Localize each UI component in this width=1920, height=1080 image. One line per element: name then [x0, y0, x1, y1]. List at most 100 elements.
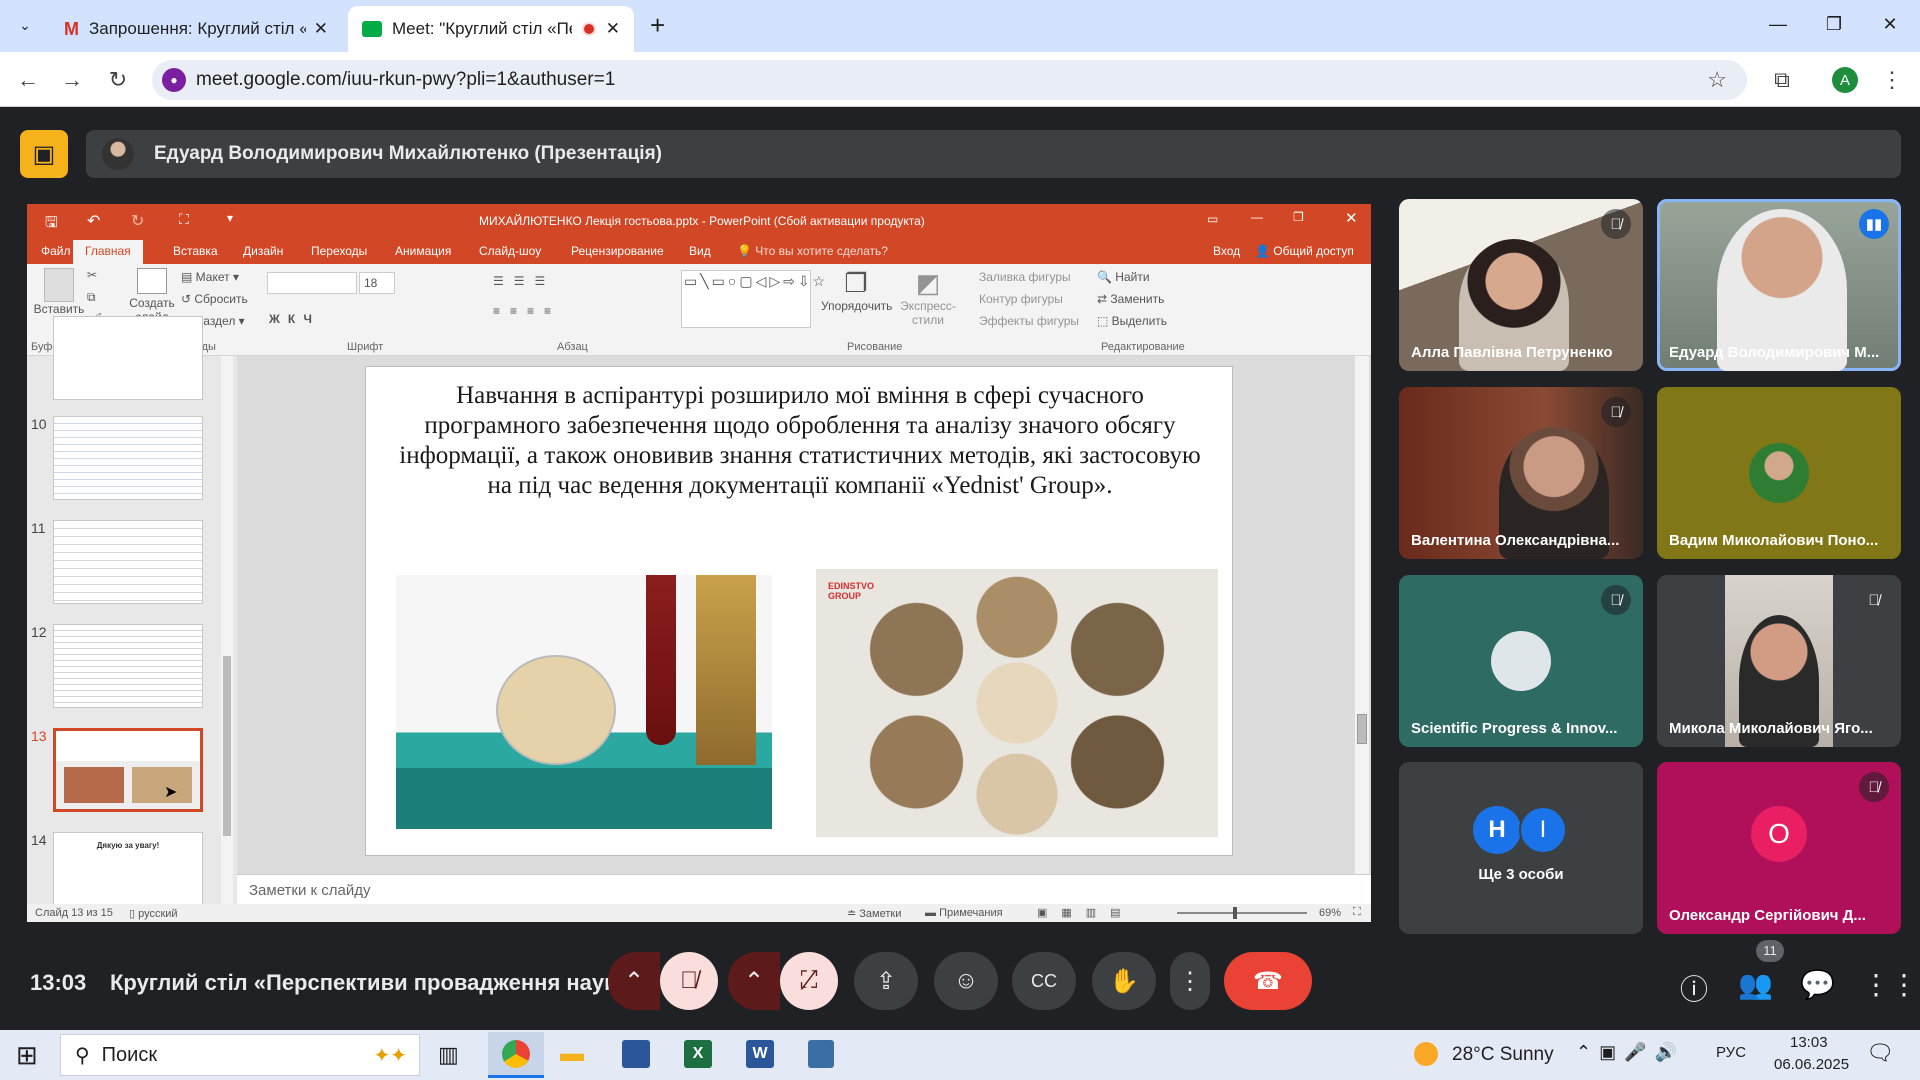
participant-tile[interactable]: O 🎙̸ Олександр Сергійович Д... — [1657, 762, 1901, 934]
zoom-slider[interactable] — [1177, 907, 1307, 919]
shape-effects-button[interactable]: Эффекты фигуры — [979, 314, 1079, 328]
clock-time[interactable]: 13:03 — [1790, 1034, 1828, 1051]
notes-toggle[interactable]: ≐ Заметки — [847, 907, 901, 920]
minimize-button[interactable]: — — [1750, 0, 1806, 48]
calculator-icon[interactable] — [808, 1040, 834, 1068]
excel-icon[interactable]: X — [684, 1040, 712, 1068]
slide-area-scrollbar[interactable] — [1355, 356, 1369, 874]
ppt-tab-view[interactable]: Вид — [689, 244, 711, 258]
audio-options-button[interactable]: ⌃ — [608, 952, 660, 1010]
tab-meet[interactable]: Meet: "Круглий стіл «Перс ✕ — [348, 6, 634, 52]
font-name-input[interactable] — [267, 272, 357, 294]
new-tab-button[interactable]: + — [650, 10, 665, 41]
profile-avatar[interactable]: A — [1832, 67, 1858, 93]
current-slide[interactable]: Навчання в аспірантурі розширило мої вмі… — [365, 366, 1233, 856]
font-format-icons[interactable]: ЖКЧ — [269, 312, 320, 326]
raise-hand-button[interactable]: ✋ — [1092, 952, 1156, 1010]
reset-button[interactable]: ↺ Сбросить — [181, 292, 248, 306]
file-explorer-icon[interactable]: ▬ — [560, 1040, 584, 1068]
back-icon[interactable]: ← — [12, 64, 44, 96]
replace-button[interactable]: ⇄ Заменить — [1097, 292, 1164, 306]
view-buttons[interactable]: ▣▦▥▤ — [1037, 906, 1135, 919]
meeting-info-icon[interactable]: ⓘ — [1680, 968, 1708, 1008]
ppt-tab-slideshow[interactable]: Слайд-шоу — [479, 244, 541, 258]
scrollbar-thumb[interactable] — [1357, 714, 1367, 744]
thumbnail-partial[interactable] — [53, 316, 203, 400]
task-view-icon[interactable]: ▥ — [438, 1042, 459, 1068]
activities-icon[interactable]: ⋮⋮ — [1862, 968, 1918, 1001]
find-button[interactable]: 🔍 Найти — [1097, 270, 1150, 284]
restore-button[interactable]: ❐ — [1806, 0, 1862, 48]
participant-tile[interactable]: Вадим Миколайович Поно... — [1657, 387, 1901, 559]
select-button[interactable]: ⬚ Выделить — [1097, 314, 1167, 328]
bookmark-star-icon[interactable]: ☆ — [1707, 67, 1727, 93]
tab-gmail[interactable]: M Запрошення: Круглий стіл «Пе ✕ — [50, 6, 342, 52]
captions-button[interactable]: CC — [1012, 952, 1076, 1010]
redo-icon[interactable]: ↻ — [131, 211, 144, 231]
camera-toggle-button[interactable]: ⛶̸ — [780, 952, 838, 1010]
app-icon-blue[interactable] — [622, 1040, 650, 1068]
ppt-tab-home[interactable]: Главная — [73, 240, 143, 264]
paste-button[interactable]: Вставить — [33, 268, 85, 316]
close-tab-icon[interactable]: ✕ — [606, 19, 620, 39]
present-screen-button[interactable]: ⇪ — [854, 952, 918, 1010]
participant-tile-more[interactable]: H I Ще 3 особи — [1399, 762, 1643, 934]
ppt-tab-transitions[interactable]: Переходы — [311, 244, 367, 258]
ppt-restore-icon[interactable]: ❐ — [1293, 210, 1304, 224]
undo-icon[interactable]: ↶ — [87, 211, 100, 231]
ppt-tab-insert[interactable]: Вставка — [173, 244, 218, 258]
thumbnail-slide-13-selected[interactable] — [53, 728, 203, 812]
reload-icon[interactable]: ↻ — [102, 64, 134, 96]
slide-body-text[interactable]: Навчання в аспірантурі розширило мої вмі… — [396, 381, 1204, 501]
paragraph-icons[interactable]: ☰☰☰ — [493, 274, 555, 288]
shape-outline-button[interactable]: Контур фигуры — [979, 292, 1063, 306]
mic-toggle-button[interactable]: 🎙̸ — [660, 952, 718, 1010]
ppt-sign-in[interactable]: Вход — [1213, 244, 1240, 258]
forward-icon[interactable]: → — [56, 64, 88, 96]
present-from-start-icon[interactable]: ⛶ — [179, 211, 189, 228]
font-size-input[interactable]: 18 — [359, 272, 395, 294]
tab-search-button[interactable]: ⌄ — [10, 10, 40, 40]
emoji-reaction-button[interactable]: ☺ — [934, 952, 998, 1010]
word-icon[interactable]: W — [746, 1040, 774, 1068]
cut-icon[interactable]: ✂ — [87, 268, 97, 282]
layout-button[interactable]: ▤ Макет ▾ — [181, 270, 239, 284]
save-icon[interactable]: 🖫 — [45, 212, 58, 237]
notes-pane[interactable]: Заметки к слайду — [237, 874, 1371, 904]
browser-menu-icon[interactable]: ⋮ — [1876, 64, 1908, 96]
ppt-share[interactable]: 👤 Общий доступ — [1255, 244, 1354, 258]
close-tab-icon[interactable]: ✕ — [314, 19, 328, 39]
quick-styles-button[interactable]: ◩ Экспресс-стили — [893, 268, 963, 327]
copy-icon[interactable]: ⧉ — [87, 290, 96, 305]
chat-icon[interactable]: 💬 — [1800, 968, 1835, 1001]
ribbon-display-icon[interactable]: ▭ — [1207, 212, 1218, 226]
qat-customize-icon[interactable]: ▾ — [227, 211, 233, 225]
comments-toggle[interactable]: ▬ Примечания — [925, 907, 1003, 919]
zoom-level[interactable]: 69% — [1319, 907, 1341, 919]
zoom-slider-thumb[interactable] — [1233, 907, 1237, 919]
chrome-taskbar-icon[interactable] — [488, 1032, 544, 1078]
people-icon[interactable]: 👥 — [1738, 968, 1773, 1001]
ppt-minimize-icon[interactable]: — — [1251, 210, 1263, 224]
extensions-icon[interactable]: ⧉ — [1766, 64, 1798, 96]
slide-image-lab-equipment[interactable] — [396, 575, 772, 829]
participant-tile[interactable]: 🎙̸ Scientific Progress & Innov... — [1399, 575, 1643, 747]
ppt-close-icon[interactable]: ✕ — [1345, 209, 1358, 227]
participant-tile[interactable]: 🎙̸ Микола Миколайович Яго... — [1657, 575, 1901, 747]
thumbnail-slide-12[interactable] — [53, 624, 203, 708]
align-icons[interactable]: ≡≡≡≡ — [493, 304, 561, 318]
site-info-icon[interactable]: ● — [162, 68, 186, 92]
thumbnails-scrollbar[interactable] — [221, 356, 233, 904]
ppt-tab-animation[interactable]: Анимация — [395, 244, 451, 258]
taskbar-search-box[interactable]: ⚲ Поиск ✦✦ — [60, 1034, 420, 1076]
thumbnail-slide-11[interactable] — [53, 520, 203, 604]
ppt-tab-file[interactable]: Файл — [41, 244, 71, 258]
shapes-gallery[interactable]: ▭╲▭○▢◁▷⇨⇩☆ — [681, 270, 825, 328]
notifications-icon[interactable]: 🗨 — [1866, 1040, 1894, 1066]
arrange-button[interactable]: ❐ Упорядочить — [821, 268, 892, 313]
address-bar[interactable]: ● meet.google.com/iuu-rkun-pwy?pli=1&aut… — [152, 60, 1747, 100]
close-window-button[interactable]: ✕ — [1862, 0, 1918, 48]
stop-presenting-icon[interactable]: ▣ — [20, 130, 68, 178]
slide-image-grain-dishes[interactable]: EDINSTVO GROUP — [816, 569, 1218, 837]
participant-tile-speaking[interactable]: ▮▮ Едуард Володимирович М... — [1657, 199, 1901, 371]
